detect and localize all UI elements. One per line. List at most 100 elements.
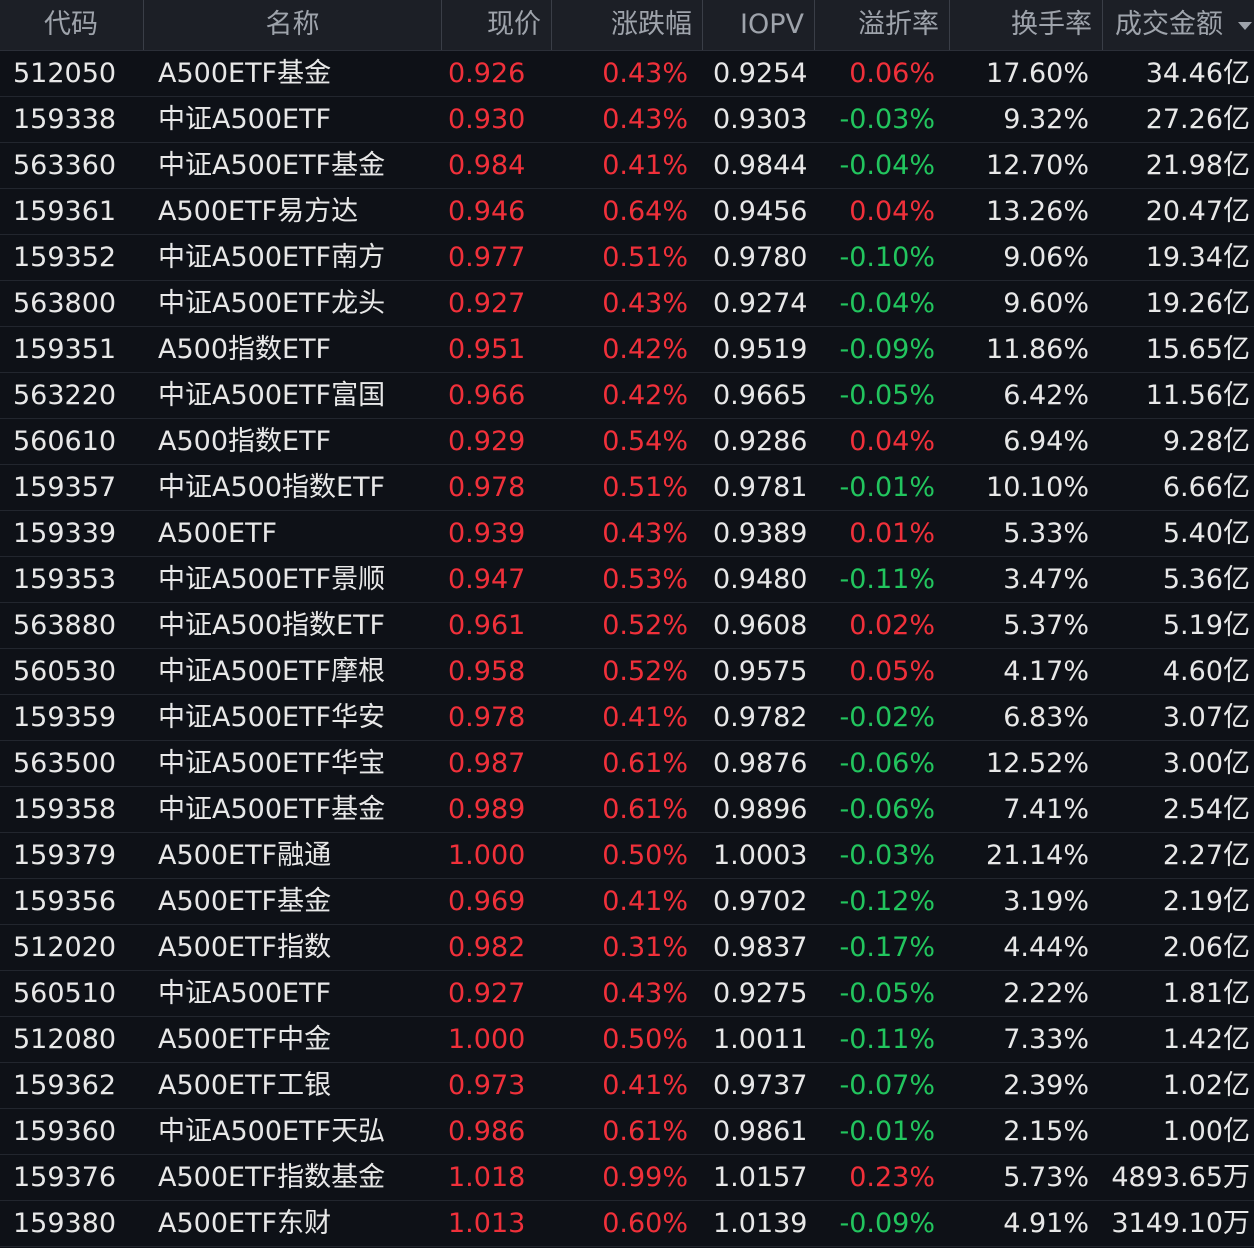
name-cell: A500ETF中金 — [158, 1024, 332, 1055]
table-row[interactable]: 159339 A500ETF 0.939 0.43% 0.9389 0.01% 5.33% 5… — [0, 511, 1254, 557]
table-row[interactable]: 159338 中证A500ETF 0.930 0.43% 0.9303 -0.03% 9.3… — [0, 97, 1254, 143]
change-cell: 0.42% — [602, 380, 688, 411]
change-cell: 0.61% — [602, 1116, 688, 1147]
code-cell: 563220 — [13, 380, 117, 411]
table-row[interactable]: 560530 中证A500ETF摩根 0.958 0.52% 0.9575 0.05% 4.… — [0, 649, 1254, 695]
price-cell: 0.958 — [448, 656, 526, 687]
change-cell: 0.99% — [602, 1162, 688, 1193]
column-header-turnover[interactable]: 换手率 — [950, 0, 1103, 50]
table-row[interactable]: 560610 A500指数ETF 0.929 0.54% 0.9286 0.04% 6.94… — [0, 419, 1254, 465]
amount-cell: 15.65亿 — [1145, 334, 1250, 365]
column-header-name[interactable]: 名称 — [144, 0, 442, 50]
turnover-cell: 7.33% — [1003, 1024, 1089, 1055]
column-header-amount[interactable]: 成交金额 — [1103, 0, 1254, 50]
name-cell: A500ETF工银 — [158, 1070, 332, 1101]
iopv-cell: 0.9286 — [713, 426, 808, 457]
table-row[interactable]: 159353 中证A500ETF景顺 0.947 0.53% 0.9480 -0.11% 3… — [0, 557, 1254, 603]
etf-quote-table: 代码 名称 现价 涨跌幅 IOPV 溢折率 换手率 成交金额 512050 A50… — [0, 0, 1254, 1248]
iopv-cell: 0.9575 — [713, 656, 808, 687]
price-cell: 0.930 — [448, 104, 526, 135]
table-row[interactable]: 159379 A500ETF融通 1.000 0.50% 1.0003 -0.03% 21.… — [0, 833, 1254, 879]
price-cell: 0.986 — [448, 1116, 526, 1147]
code-cell: 159376 — [13, 1162, 117, 1193]
code-cell: 159360 — [13, 1116, 117, 1147]
table-row[interactable]: 563360 中证A500ETF基金 0.984 0.41% 0.9844 -0.04% 1… — [0, 143, 1254, 189]
price-cell: 1.013 — [448, 1208, 526, 1239]
table-row[interactable]: 159357 中证A500指数ETF 0.978 0.51% 0.9781 -0.01% 1… — [0, 465, 1254, 511]
price-cell: 0.927 — [448, 978, 526, 1009]
name-cell: A500ETF易方达 — [158, 196, 359, 227]
premium-cell: 0.06% — [849, 58, 935, 89]
change-cell: 0.43% — [602, 58, 688, 89]
column-header-change[interactable]: 涨跌幅 — [552, 0, 703, 50]
table-row[interactable]: 512050 A500ETF基金 0.926 0.43% 0.9254 0.06% 17.6… — [0, 51, 1254, 97]
iopv-cell: 0.9665 — [713, 380, 808, 411]
code-cell: 159352 — [13, 242, 117, 273]
iopv-cell: 0.9275 — [713, 978, 808, 1009]
amount-cell: 1.02亿 — [1162, 1070, 1250, 1101]
name-cell: A500ETF东财 — [158, 1208, 332, 1239]
table-row[interactable]: 512080 A500ETF中金 1.000 0.50% 1.0011 -0.11% 7.3… — [0, 1017, 1254, 1063]
price-cell: 0.951 — [448, 334, 526, 365]
code-cell: 563800 — [13, 288, 117, 319]
column-header-code[interactable]: 代码 — [0, 0, 144, 50]
amount-cell: 11.56亿 — [1145, 380, 1250, 411]
iopv-cell: 1.0011 — [713, 1024, 808, 1055]
premium-cell: -0.03% — [839, 840, 935, 871]
change-cell: 0.64% — [602, 196, 688, 227]
change-cell: 0.61% — [602, 794, 688, 825]
iopv-cell: 0.9737 — [713, 1070, 808, 1101]
table-row[interactable]: 563800 中证A500ETF龙头 0.927 0.43% 0.9274 -0.04% 9… — [0, 281, 1254, 327]
table-row[interactable]: 159380 A500ETF东财 1.013 0.60% 1.0139 -0.09% 4.9… — [0, 1201, 1254, 1247]
table-row[interactable]: 159358 中证A500ETF基金 0.989 0.61% 0.9896 -0.06% 7… — [0, 787, 1254, 833]
iopv-cell: 1.0139 — [713, 1208, 808, 1239]
change-cell: 0.52% — [602, 656, 688, 687]
amount-cell: 4.60亿 — [1162, 656, 1250, 687]
code-cell: 159361 — [13, 196, 117, 227]
price-cell: 0.927 — [448, 288, 526, 319]
table-row[interactable]: 512020 A500ETF指数 0.982 0.31% 0.9837 -0.17% 4.4… — [0, 925, 1254, 971]
turnover-cell: 13.26% — [986, 196, 1089, 227]
table-row[interactable]: 159352 中证A500ETF南方 0.977 0.51% 0.9780 -0.10% 9… — [0, 235, 1254, 281]
turnover-cell: 11.86% — [986, 334, 1089, 365]
table-row[interactable]: 159361 A500ETF易方达 0.946 0.64% 0.9456 0.04% 13.… — [0, 189, 1254, 235]
sort-down-icon[interactable] — [1238, 22, 1252, 30]
premium-cell: 0.04% — [849, 196, 935, 227]
price-cell: 0.978 — [448, 702, 526, 733]
table-row[interactable]: 159351 A500指数ETF 0.951 0.42% 0.9519 -0.09% 11.… — [0, 327, 1254, 373]
amount-cell: 4893.65万 — [1111, 1162, 1250, 1193]
column-header-price[interactable]: 现价 — [442, 0, 552, 50]
code-cell: 563880 — [13, 610, 117, 641]
change-cell: 0.53% — [602, 564, 688, 595]
name-cell: 中证A500ETF摩根 — [158, 656, 386, 687]
turnover-cell: 5.37% — [1003, 610, 1089, 641]
turnover-cell: 9.32% — [1003, 104, 1089, 135]
table-row[interactable]: 159376 A500ETF指数基金 1.018 0.99% 1.0157 0.23% 5.… — [0, 1155, 1254, 1201]
price-cell: 0.969 — [448, 886, 526, 917]
change-cell: 0.51% — [602, 472, 688, 503]
table-row[interactable]: 159359 中证A500ETF华安 0.978 0.41% 0.9782 -0.02% 6… — [0, 695, 1254, 741]
change-cell: 0.50% — [602, 840, 688, 871]
table-row[interactable]: 159356 A500ETF基金 0.969 0.41% 0.9702 -0.12% 3.1… — [0, 879, 1254, 925]
amount-cell: 27.26亿 — [1145, 104, 1250, 135]
premium-cell: -0.09% — [839, 334, 935, 365]
iopv-cell: 0.9837 — [713, 932, 808, 963]
amount-cell: 1.81亿 — [1162, 978, 1250, 1009]
price-cell: 0.982 — [448, 932, 526, 963]
change-cell: 0.43% — [602, 288, 688, 319]
table-row[interactable]: 563500 中证A500ETF华宝 0.987 0.61% 0.9876 -0.06% 1… — [0, 741, 1254, 787]
premium-cell: 0.04% — [849, 426, 935, 457]
price-cell: 0.947 — [448, 564, 526, 595]
name-cell: 中证A500ETF基金 — [158, 794, 386, 825]
table-row[interactable]: 560510 中证A500ETF 0.927 0.43% 0.9275 -0.05% 2.2… — [0, 971, 1254, 1017]
table-row[interactable]: 563220 中证A500ETF富国 0.966 0.42% 0.9665 -0.05% 6… — [0, 373, 1254, 419]
table-row[interactable]: 159362 A500ETF工银 0.973 0.41% 0.9737 -0.07% 2.3… — [0, 1063, 1254, 1109]
price-cell: 0.946 — [448, 196, 526, 227]
code-cell: 512050 — [13, 58, 117, 89]
turnover-cell: 7.41% — [1003, 794, 1089, 825]
column-header-iopv[interactable]: IOPV — [703, 0, 815, 50]
column-header-premium[interactable]: 溢折率 — [815, 0, 950, 50]
table-row[interactable]: 563880 中证A500指数ETF 0.961 0.52% 0.9608 0.02% 5.… — [0, 603, 1254, 649]
turnover-cell: 5.33% — [1003, 518, 1089, 549]
table-row[interactable]: 159360 中证A500ETF天弘 0.986 0.61% 0.9861 -0.01% 2… — [0, 1109, 1254, 1155]
